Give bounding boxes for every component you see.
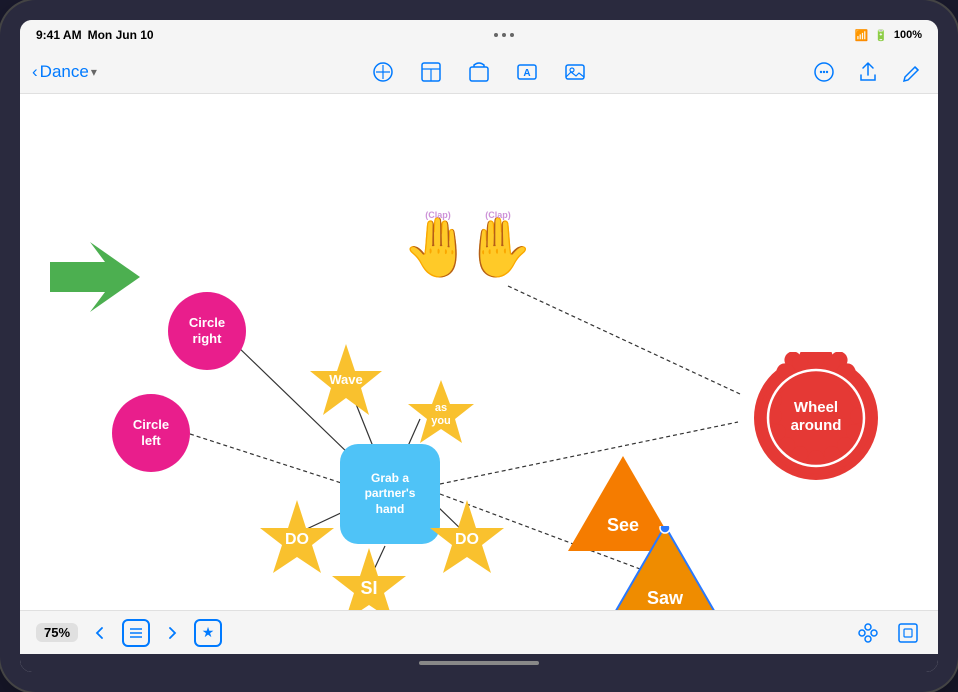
as-you-star[interactable]: as you bbox=[408, 380, 474, 446]
arrange-button[interactable] bbox=[854, 619, 882, 647]
do-right-star[interactable]: DO bbox=[430, 500, 504, 574]
slides-list-button[interactable] bbox=[122, 619, 150, 647]
circle-right-label: Circleright bbox=[189, 315, 225, 346]
home-bar bbox=[419, 661, 539, 665]
chart-tool[interactable] bbox=[465, 58, 493, 86]
circle-left-label: Circleleft bbox=[133, 417, 169, 448]
toolbar-right bbox=[806, 58, 926, 86]
nav-back-button[interactable] bbox=[86, 619, 114, 647]
more-button[interactable] bbox=[810, 58, 838, 86]
svg-text:(Clap): (Clap) bbox=[485, 210, 511, 220]
clap-left: 🤚 (Clap) bbox=[408, 202, 468, 287]
toolbar-center: A bbox=[152, 58, 806, 86]
svg-text:DO: DO bbox=[455, 531, 479, 548]
wheel-around[interactable]: Wheel around bbox=[750, 352, 882, 484]
table-tool[interactable] bbox=[417, 58, 445, 86]
expand-button[interactable] bbox=[894, 619, 922, 647]
circle-right[interactable]: Circleright bbox=[168, 292, 246, 370]
back-label: Dance bbox=[40, 62, 89, 82]
bookmark-button[interactable]: ★ bbox=[194, 619, 222, 647]
toolbar-left: ‹ Dance ▾ bbox=[32, 62, 152, 82]
svg-text:as: as bbox=[435, 402, 447, 414]
home-indicator bbox=[20, 654, 938, 672]
svg-text:🤚: 🤚 bbox=[408, 214, 468, 280]
bookmark-icon: ★ bbox=[202, 624, 215, 641]
dot2 bbox=[502, 33, 506, 37]
status-left: 9:41 AM Mon Jun 10 bbox=[36, 28, 154, 42]
back-chevron: ‹ bbox=[32, 62, 38, 82]
svg-text:around: around bbox=[791, 417, 842, 434]
center-box-label: Grab apartner'shand bbox=[365, 471, 416, 518]
date: Mon Jun 10 bbox=[88, 28, 154, 42]
battery-icon: 🔋 bbox=[874, 29, 888, 42]
green-arrow bbox=[50, 242, 140, 312]
saw-triangle[interactable]: Saw bbox=[610, 526, 720, 610]
svg-text:A: A bbox=[523, 68, 530, 79]
svg-text:Wheel: Wheel bbox=[794, 399, 838, 416]
bottom-left: 75% ★ bbox=[36, 619, 222, 647]
ipad-frame: 9:41 AM Mon Jun 10 📶 🔋 100% ‹ Dance ▾ bbox=[0, 0, 958, 692]
bottom-bar: 75% ★ bbox=[20, 610, 938, 654]
shapes-tool[interactable] bbox=[369, 58, 397, 86]
svg-text:(Clap): (Clap) bbox=[425, 210, 451, 220]
canvas: Circleright Circleleft 🤚 (Clap) 🤚 (Cla bbox=[20, 94, 938, 610]
do-left-star[interactable]: DO bbox=[260, 500, 334, 574]
clap-right: 🤚 (Clap) bbox=[468, 202, 528, 287]
status-bar: 9:41 AM Mon Jun 10 📶 🔋 100% bbox=[20, 20, 938, 50]
wave-star[interactable]: Wave bbox=[310, 344, 382, 416]
si-star[interactable]: SI bbox=[332, 548, 406, 610]
zoom-level[interactable]: 75% bbox=[36, 623, 78, 642]
time: 9:41 AM bbox=[36, 28, 82, 42]
nav-forward-button[interactable] bbox=[158, 619, 186, 647]
share-button[interactable] bbox=[854, 58, 882, 86]
edit-button[interactable] bbox=[898, 58, 926, 86]
svg-text:Saw: Saw bbox=[647, 588, 684, 608]
image-tool[interactable] bbox=[561, 58, 589, 86]
svg-text:DO: DO bbox=[285, 531, 309, 548]
wifi-icon: 📶 bbox=[854, 29, 868, 42]
svg-text:you: you bbox=[431, 415, 451, 427]
center-box[interactable]: Grab apartner'shand bbox=[340, 444, 440, 544]
dot1 bbox=[494, 33, 498, 37]
bottom-right bbox=[854, 619, 922, 647]
ipad-screen: 9:41 AM Mon Jun 10 📶 🔋 100% ‹ Dance ▾ bbox=[20, 20, 938, 672]
clap-hands: 🤚 (Clap) 🤚 (Clap) bbox=[408, 202, 528, 287]
back-button[interactable]: ‹ Dance ▾ bbox=[32, 62, 97, 82]
battery-pct: 100% bbox=[894, 29, 922, 41]
svg-text:SI: SI bbox=[360, 578, 377, 598]
title-chevron: ▾ bbox=[91, 65, 97, 79]
status-right: 📶 🔋 100% bbox=[854, 29, 922, 42]
svg-text:🤚: 🤚 bbox=[468, 214, 528, 280]
status-center bbox=[494, 33, 514, 37]
svg-text:Wave: Wave bbox=[329, 372, 362, 387]
text-tool[interactable]: A bbox=[513, 58, 541, 86]
circle-left[interactable]: Circleleft bbox=[112, 394, 190, 472]
toolbar: ‹ Dance ▾ bbox=[20, 50, 938, 94]
dot3 bbox=[510, 33, 514, 37]
